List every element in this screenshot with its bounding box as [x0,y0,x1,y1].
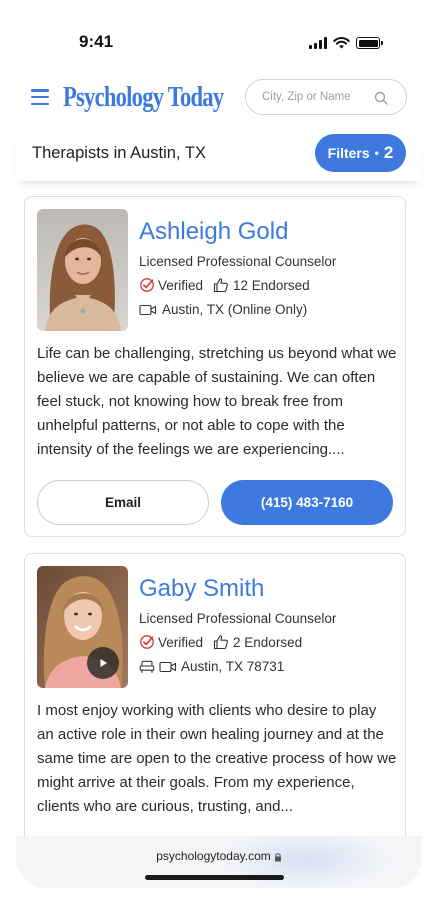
filters-label: Filters [327,145,370,161]
therapist-photo[interactable] [37,209,128,331]
lock-icon [274,853,281,862]
status-bar: 9:41 [0,0,438,70]
psychology-today-logo[interactable]: Psychology Today [63,81,224,114]
battery-icon [356,37,383,49]
phone-button[interactable]: (415) 483-7160 [221,480,393,525]
verified-label: Verified [158,634,204,650]
video-icon [159,661,177,672]
status-icons [309,37,383,49]
therapist-name[interactable]: Ashleigh Gold [139,218,288,246]
therapist-location-row: Austin, TX (Online Only) [139,302,307,317]
wifi-icon [333,37,350,49]
filters-count: 2 [383,143,394,162]
therapist-credential: Licensed Professional Counselor [139,254,337,269]
search-box[interactable] [245,79,407,115]
therapist-badges: Verified 12 Endorsed [139,277,310,293]
therapist-name[interactable]: Gaby Smith [139,575,264,603]
therapist-location: Austin, TX 78731 [181,659,285,674]
therapist-location-row: Austin, TX 78731 [139,659,284,674]
therapist-badges: Verified 2 Endorsed [139,634,302,650]
thumbs-up-icon [213,278,228,293]
therapist-card[interactable]: Ashleigh Gold Licensed Professional Coun… [24,196,406,537]
thumbs-up-icon [213,635,228,650]
verified-icon [140,278,154,292]
play-video-button[interactable] [87,647,119,679]
menu-icon[interactable] [31,89,49,105]
in-person-icon [139,660,155,673]
video-icon [139,304,157,315]
play-icon [100,659,107,667]
results-title-bar: Therapists in Austin, TX Filters • 2 [16,133,422,181]
search-icon[interactable] [374,91,388,105]
browser-address-bar[interactable]: psychologytoday.com [16,836,422,888]
page-title: Therapists in Austin, TX [32,144,206,162]
email-button[interactable]: Email [37,480,209,525]
endorsed-count: 2 Endorsed [233,634,303,650]
therapist-credential: Licensed Professional Counselor [139,611,337,626]
search-input[interactable] [262,91,372,103]
verified-icon [140,635,154,649]
therapist-photo[interactable] [37,566,128,688]
browser-url[interactable]: psychologytoday.com [16,849,422,863]
filters-separator: • [374,146,379,160]
therapist-location: Austin, TX (Online Only) [162,302,308,317]
status-time: 9:41 [79,32,114,51]
url-text: psychologytoday.com [156,849,271,863]
therapist-bio: Life can be challenging, stretching us b… [37,345,397,458]
filters-button[interactable]: Filters • 2 [315,134,406,172]
therapist-card[interactable]: Gaby Smith Licensed Professional Counsel… [24,553,406,853]
verified-label: Verified [158,277,204,293]
signal-icon [309,37,327,49]
home-indicator[interactable] [145,875,284,880]
site-header: Psychology Today [0,72,438,124]
therapist-bio: I most enjoy working with clients who de… [37,702,397,815]
endorsed-count: 12 Endorsed [233,277,310,293]
